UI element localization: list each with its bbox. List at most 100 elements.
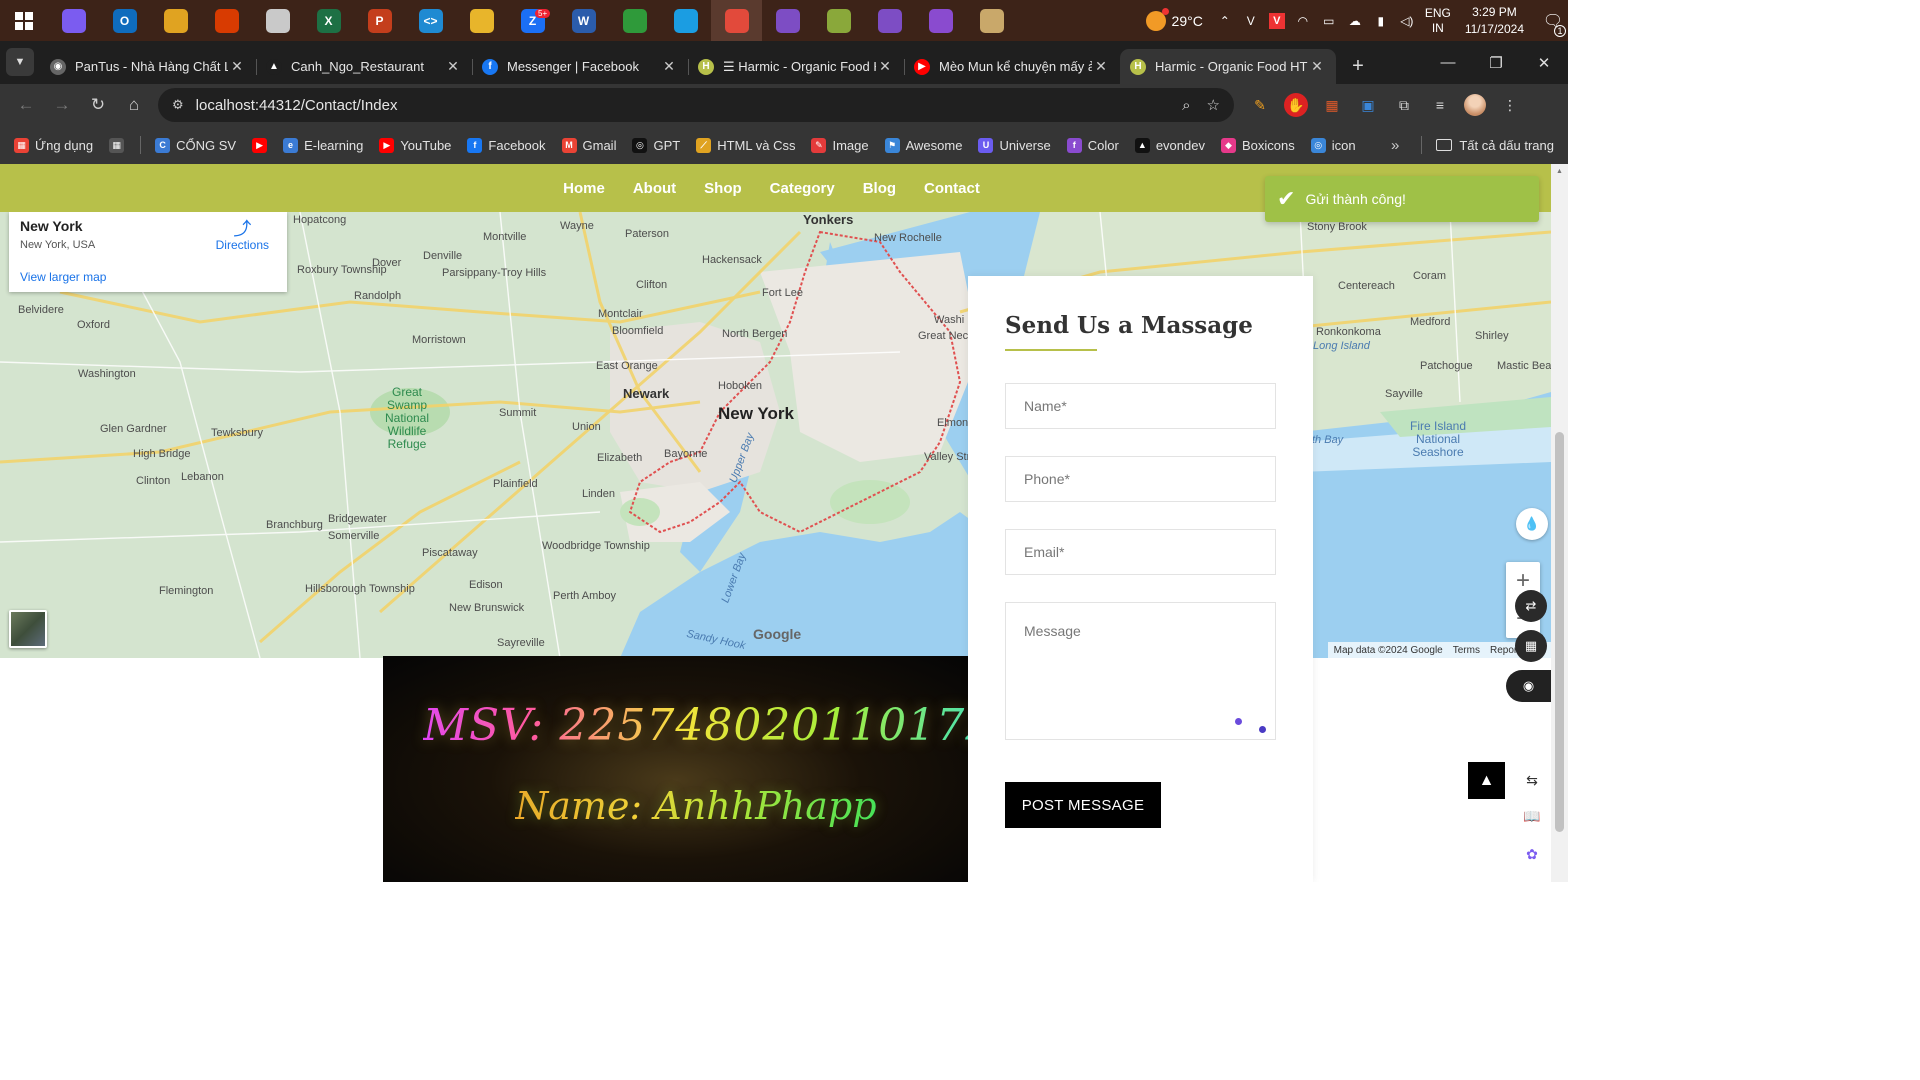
browser-tab[interactable]: ◉ PanTus - Nhà Hàng Chất Lư ✕ (40, 49, 256, 84)
bookmark-item[interactable]: ⚑ Awesome (884, 137, 962, 153)
forward-button[interactable]: → (44, 87, 80, 123)
zoom-icon[interactable]: ⌕ (1182, 97, 1190, 114)
nav-link-about[interactable]: About (633, 180, 676, 197)
taskbar-app-word[interactable]: W (558, 0, 609, 41)
view-larger-map-link[interactable]: View larger map (20, 270, 106, 284)
grammar-dot-icon-2[interactable] (1259, 726, 1266, 733)
close-tab-icon[interactable]: ✕ (1092, 58, 1110, 75)
notification-button[interactable]: 🗨 1 (1538, 11, 1568, 37)
taskbar-app-git[interactable] (150, 0, 201, 41)
name-field[interactable] (1005, 383, 1276, 429)
browser-tab[interactable]: H ☰ Harmic - Organic Food H ✕ (688, 49, 904, 84)
window-extension-icon[interactable]: ▣ (1356, 93, 1380, 117)
taskbar-app-palette[interactable] (966, 0, 1017, 41)
email-field[interactable] (1005, 529, 1276, 575)
taskbar-app-store[interactable] (201, 0, 252, 41)
bookmark-item[interactable]: ◆ Boxicons (1220, 137, 1295, 153)
bookmark-item[interactable]: ▦ Ứng dụng (14, 137, 93, 153)
bookmark-item[interactable]: ◎ icon (1310, 137, 1356, 153)
puzzle-icon[interactable]: ⧉ (1392, 93, 1416, 117)
bookmark-item[interactable]: f Facebook (467, 137, 546, 153)
taskbar-app-puzzle[interactable] (252, 0, 303, 41)
taskbar-app-vscode[interactable]: <> (405, 0, 456, 41)
start-button[interactable] (0, 0, 48, 41)
close-window-button[interactable]: ✕ (1520, 54, 1568, 72)
scrollbar-thumb[interactable] (1555, 432, 1564, 832)
weather-widget[interactable]: 29°C (1145, 7, 1203, 31)
bookmark-item[interactable]: ✎ Image (811, 137, 869, 153)
taskbar-app-visual-studio[interactable] (762, 0, 813, 41)
close-tab-icon[interactable]: ✕ (660, 58, 678, 75)
nav-link-category[interactable]: Category (770, 180, 835, 197)
address-bar[interactable]: ⚙ localhost:44312/Contact/Index ⌕ ☆ (158, 88, 1234, 122)
clock[interactable]: 3:29 PM 11/17/2024 (1465, 4, 1524, 38)
droplet-tool-icon[interactable]: 💧 (1516, 508, 1548, 540)
apps-tool-icon[interactable]: ▦ (1515, 630, 1547, 662)
chevron-up-icon[interactable]: ⌃ (1217, 13, 1233, 29)
v-app-icon[interactable]: V (1243, 13, 1259, 29)
brain-tool-icon[interactable]: ✿ (1516, 838, 1548, 870)
taskbar-app-chrome[interactable] (711, 0, 762, 41)
bookmark-item[interactable]: ▶ YouTube (379, 137, 451, 153)
pen-extension-icon[interactable]: ✎ (1248, 93, 1272, 117)
volume-icon[interactable]: ◁) (1399, 13, 1415, 29)
taskbar-app-visual-studio-pre[interactable] (864, 0, 915, 41)
minimize-button[interactable]: — (1424, 54, 1472, 71)
bookmark-item[interactable]: ▲ evondev (1134, 137, 1205, 153)
bookmarks-overflow-icon[interactable]: » (1391, 137, 1399, 154)
close-tab-icon[interactable]: ✕ (1308, 58, 1326, 75)
taskbar-app-powerpoint[interactable]: P (354, 0, 405, 41)
cloud-icon[interactable]: ☁ (1347, 13, 1363, 29)
home-button[interactable]: ⌂ (116, 87, 152, 123)
bookmark-item[interactable]: ◎ GPT (632, 137, 680, 153)
restore-button[interactable]: ❐ (1472, 54, 1520, 72)
back-button[interactable]: ← (8, 87, 44, 123)
post-message-button[interactable]: POST MESSAGE (1005, 782, 1161, 828)
tab-search-button[interactable]: ▼ (6, 48, 34, 76)
bookmark-item[interactable]: ▶ (252, 137, 268, 153)
scroll-up-icon[interactable]: ▲ (1555, 168, 1564, 177)
taskbar-app-visual-studio-pre-2[interactable] (915, 0, 966, 41)
wifi-icon[interactable]: ◠ (1295, 13, 1311, 29)
close-tab-icon[interactable]: ✕ (444, 58, 462, 75)
translate-page-icon[interactable]: ⇆ (1516, 764, 1548, 796)
bookmark-item[interactable]: M Gmail (561, 137, 616, 153)
media-control-icon[interactable]: ≡ (1428, 93, 1452, 117)
bookmark-item[interactable]: ⟋ HTML và Css (696, 137, 795, 153)
close-tab-icon[interactable]: ✕ (876, 58, 894, 75)
new-tab-button[interactable]: + (1342, 50, 1374, 82)
browser-tab[interactable]: H Harmic - Organic Food HTM ✕ (1120, 49, 1336, 84)
translate-tool-icon[interactable]: ⇄ (1515, 590, 1547, 622)
phone-field[interactable] (1005, 456, 1276, 502)
bookmark-star-icon[interactable]: ☆ (1207, 96, 1220, 114)
taskbar-app-paint-app[interactable] (813, 0, 864, 41)
language-indicator[interactable]: ENG IN (1425, 6, 1451, 36)
map-footer-item[interactable]: Terms (1453, 645, 1480, 656)
battery-icon[interactable]: ▮ (1373, 13, 1389, 29)
satellite-toggle[interactable] (9, 610, 47, 648)
grid-extension-icon[interactable]: ▦ (1320, 93, 1344, 117)
reader-book-icon[interactable]: 📖 (1516, 800, 1548, 832)
all-bookmarks-button[interactable]: Tất cả dấu trang (1436, 138, 1554, 153)
reload-button[interactable]: ↻ (80, 87, 116, 123)
taskbar-app-excel[interactable]: X (303, 0, 354, 41)
assistant-bot-icon[interactable]: ◉ (1506, 670, 1551, 702)
url-text[interactable]: localhost:44312/Contact/Index (196, 97, 1166, 114)
taskbar-app-copilot[interactable] (48, 0, 99, 41)
taskbar-app-outlook[interactable]: O (99, 0, 150, 41)
device-icon[interactable]: ▭ (1321, 13, 1337, 29)
site-info-icon[interactable]: ⚙ (172, 97, 184, 113)
bookmark-item[interactable]: e E-learning (283, 137, 363, 153)
nav-link-shop[interactable]: Shop (704, 180, 742, 197)
nav-link-contact[interactable]: Contact (924, 180, 980, 197)
close-tab-icon[interactable]: ✕ (228, 58, 246, 75)
nav-link-home[interactable]: Home (563, 180, 605, 197)
directions-button[interactable]: ⤴ Directions (216, 220, 269, 252)
google-map[interactable]: New York Newark Yonkers Hopatcong Montville W… (0, 212, 1551, 658)
nav-link-blog[interactable]: Blog (863, 180, 896, 197)
bookmark-item[interactable]: C CỔNG SV (155, 137, 236, 153)
menu-dots-icon[interactable]: ⋮ (1498, 93, 1522, 117)
back-to-top-button[interactable]: ▲ (1468, 762, 1505, 799)
bookmark-item[interactable]: ▦ (109, 137, 125, 153)
taskbar-app-green-app[interactable] (609, 0, 660, 41)
